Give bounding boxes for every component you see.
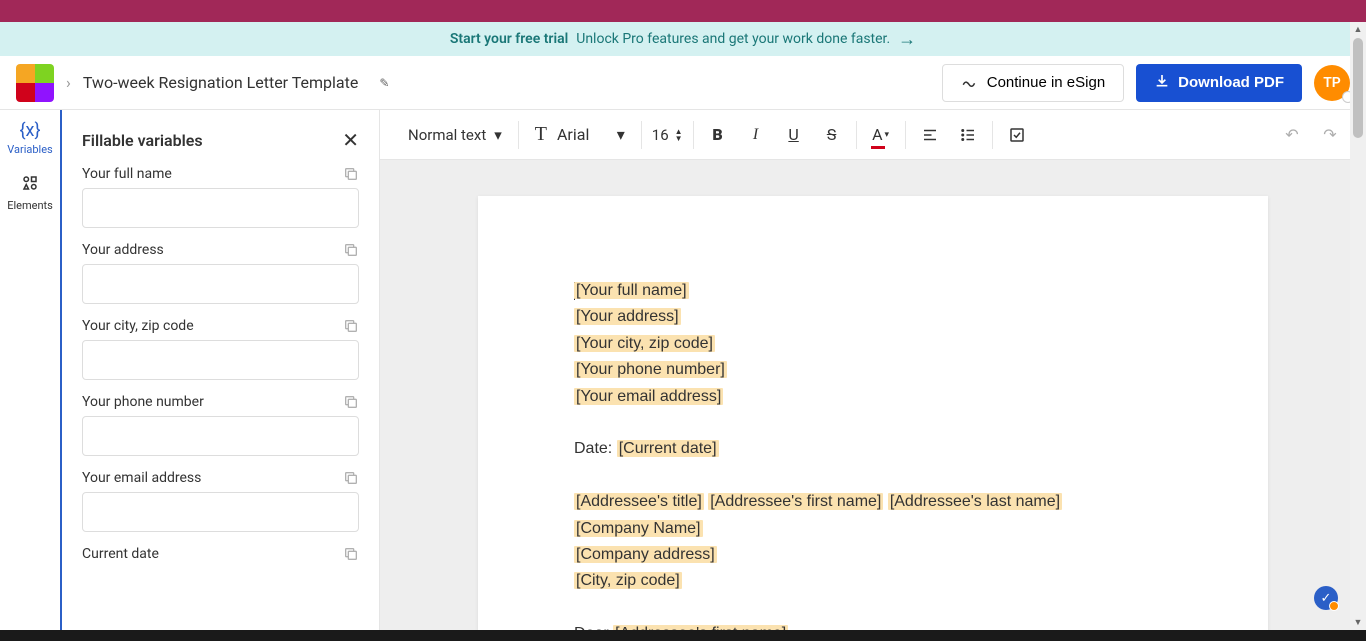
elements-icon	[21, 174, 39, 197]
variables-icon: {x}	[19, 120, 40, 141]
undo-button[interactable]: ↶	[1274, 117, 1310, 153]
browser-scrollbar[interactable]: ▲ ▼	[1350, 22, 1366, 630]
token-addressee-last[interactable]: [Addressee's last name]	[888, 493, 1062, 510]
token-addressee-first[interactable]: [Addressee's first name]	[708, 493, 883, 510]
browser-chrome-bar	[0, 0, 1366, 22]
align-button[interactable]	[912, 117, 948, 153]
os-taskbar	[0, 630, 1366, 641]
token-address[interactable]: [Your address]	[574, 308, 681, 325]
scroll-up-icon[interactable]: ▲	[1354, 24, 1363, 35]
variable-label: Your email address	[82, 470, 201, 486]
panel-title: Fillable variables	[82, 131, 203, 150]
text-style-label: Normal text	[408, 126, 486, 144]
italic-button[interactable]: I	[738, 117, 774, 153]
redo-button[interactable]: ↷	[1312, 117, 1348, 153]
underline-button[interactable]: U	[776, 117, 812, 153]
rail-tab-variables[interactable]: {x} Variables	[0, 110, 60, 164]
copy-icon[interactable]	[343, 166, 359, 182]
token-addressee-title[interactable]: [Addressee's title]	[574, 493, 704, 510]
canvas-area: Normal text ▾ T Arial ▾ 16 ▲▼ B I U S A▾	[380, 110, 1366, 630]
list-button[interactable]	[950, 117, 986, 153]
download-pdf-button[interactable]: Download PDF	[1136, 64, 1302, 102]
download-icon	[1154, 73, 1170, 93]
copy-icon[interactable]	[343, 394, 359, 410]
chevron-down-icon: ▾	[494, 126, 502, 144]
token-full-name[interactable]: [Your full name]	[574, 282, 689, 299]
app-logo[interactable]	[16, 64, 54, 102]
variable-label: Current date	[82, 546, 159, 562]
variable-label: Your full name	[82, 166, 172, 182]
variable-input-full-name[interactable]	[82, 188, 359, 228]
variable-item: Your address	[82, 242, 359, 304]
download-label: Download PDF	[1178, 74, 1284, 91]
edit-title-button[interactable]: ✎	[370, 69, 398, 97]
variable-input-address[interactable]	[82, 264, 359, 304]
help-chat-button[interactable]: ✓	[1314, 586, 1338, 610]
continue-esign-button[interactable]: Continue in eSign	[942, 64, 1124, 102]
document-title: Two-week Resignation Letter Template	[83, 73, 359, 92]
panel-scroll[interactable]: Your full name Your address Your city, z…	[62, 166, 379, 630]
variable-input-city-zip[interactable]	[82, 340, 359, 380]
checkbox-button[interactable]	[999, 117, 1035, 153]
scroll-thumb[interactable]	[1353, 38, 1363, 138]
document-page[interactable]: [Your full name] [Your address] [Your ci…	[478, 196, 1268, 630]
font-size-value: 16	[652, 126, 669, 144]
font-size-control[interactable]: 16 ▲▼	[648, 126, 687, 144]
token-current-date[interactable]: [Current date]	[617, 440, 719, 457]
font-size-spinner[interactable]: ▲▼	[675, 128, 683, 142]
copy-icon[interactable]	[343, 318, 359, 334]
arrow-right-icon: →	[898, 29, 916, 50]
left-rail: {x} Variables Elements	[0, 110, 62, 630]
signature-icon	[961, 72, 979, 94]
rail-tab-elements[interactable]: Elements	[0, 164, 60, 220]
variable-label: Your address	[82, 242, 164, 258]
breadcrumb-separator: ›	[66, 73, 71, 92]
document-scroll[interactable]: [Your full name] [Your address] [Your ci…	[380, 160, 1366, 630]
esign-label: Continue in eSign	[987, 74, 1105, 91]
variable-label: Your city, zip code	[82, 318, 194, 334]
chevron-down-icon: ▾	[617, 125, 625, 144]
app-header: › Two-week Resignation Letter Template ✎…	[0, 56, 1366, 110]
token-company-address[interactable]: [Company address]	[574, 546, 717, 563]
text-style-dropdown[interactable]: Normal text ▾	[398, 117, 512, 153]
promo-text: Unlock Pro features and get your work do…	[576, 31, 890, 47]
user-avatar[interactable]: TP ▾	[1314, 65, 1350, 101]
font-family-dropdown[interactable]: T Arial ▾	[525, 117, 635, 153]
font-icon: T	[535, 123, 547, 146]
font-name: Arial	[557, 125, 589, 144]
token-phone[interactable]: [Your phone number]	[574, 361, 727, 378]
token-email[interactable]: [Your email address]	[574, 388, 723, 405]
date-prefix: Date:	[574, 440, 617, 457]
variable-input-phone[interactable]	[82, 416, 359, 456]
copy-icon[interactable]	[343, 470, 359, 486]
variable-item: Your full name	[82, 166, 359, 228]
text-color-button[interactable]: A▾	[863, 117, 899, 153]
token-company-name[interactable]: [Company Name]	[574, 520, 703, 537]
variable-input-email[interactable]	[82, 492, 359, 532]
rail-variables-label: Variables	[7, 143, 53, 156]
check-icon: ✓	[1321, 591, 1332, 606]
strikethrough-button[interactable]: S	[814, 117, 850, 153]
variable-label: Your phone number	[82, 394, 204, 410]
promo-bold: Start your free trial	[450, 31, 568, 47]
chevron-down-icon: ▾	[885, 130, 890, 140]
copy-icon[interactable]	[343, 242, 359, 258]
format-toolbar: Normal text ▾ T Arial ▾ 16 ▲▼ B I U S A▾	[380, 110, 1366, 160]
scroll-down-icon[interactable]: ▼	[1354, 617, 1363, 628]
variables-panel: Fillable variables ✕ Your full name Your…	[62, 110, 380, 630]
promo-banner[interactable]: Start your free trial Unlock Pro feature…	[0, 22, 1366, 56]
token-city-zip[interactable]: [Your city, zip code]	[574, 335, 715, 352]
variable-item: Your city, zip code	[82, 318, 359, 380]
avatar-initials: TP	[1323, 75, 1341, 91]
variable-item: Your email address	[82, 470, 359, 532]
rail-elements-label: Elements	[7, 199, 53, 212]
bold-button[interactable]: B	[700, 117, 736, 153]
close-panel-button[interactable]: ✕	[342, 128, 359, 152]
variable-item: Your phone number	[82, 394, 359, 456]
variable-item: Current date	[82, 546, 359, 562]
token-company-city[interactable]: [City, zip code]	[574, 572, 682, 589]
copy-icon[interactable]	[343, 546, 359, 562]
